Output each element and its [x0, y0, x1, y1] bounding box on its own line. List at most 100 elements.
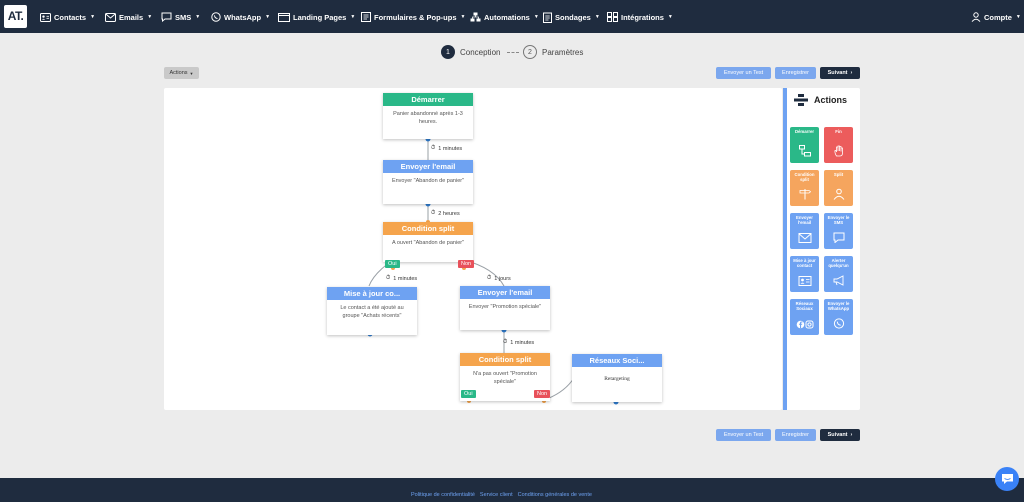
action-tile-split[interactable]: Split [824, 170, 853, 206]
branch-no-tag: Non [458, 260, 475, 268]
node-description: Le contact a été ajouté au groupe "Achat… [340, 305, 404, 319]
footer-link-privacy[interactable]: Politique de confidentialité [411, 492, 475, 498]
tile-label: Démarrer [794, 129, 815, 134]
nav-label: Sondages [555, 12, 591, 22]
actions-dropdown-label: Actions [169, 70, 188, 76]
chat-bubble-icon [161, 12, 172, 22]
send-test-button[interactable]: Envoyer un Test [716, 67, 771, 79]
next-button[interactable]: Suivant › [820, 429, 860, 441]
tile-label: Envoyer le WhatsApp [827, 301, 850, 311]
account-label: Compte [984, 12, 1012, 22]
node-description: Envoyer "Abandon de panier" [391, 178, 465, 184]
next-button[interactable]: Suivant › [820, 67, 860, 79]
step-design[interactable]: 1 Conception [441, 45, 500, 59]
footer-links: Politique de confidentialité Service cli… [411, 492, 592, 498]
send-test-button[interactable]: Envoyer un Test [716, 429, 771, 441]
flow-start-icon [798, 145, 811, 157]
automation-icon [470, 12, 481, 22]
action-tile-send-whatsapp[interactable]: Envoyer le WhatsApp [824, 299, 853, 335]
nav-label: Landing Pages [293, 12, 347, 22]
integrations-icon [607, 12, 618, 22]
delay-text: 1 minutes [438, 145, 463, 152]
footer-link-support[interactable]: Service client [480, 492, 513, 498]
actions-panel-title: Actions [814, 95, 848, 105]
envelope-icon [105, 12, 116, 22]
workflow-node-condition-split[interactable]: Condition split A ouvert "Abandon de pan… [383, 222, 473, 262]
nav-item-surveys[interactable]: Sondages ▼ [543, 10, 600, 24]
nav-item-whatsapp[interactable]: WhatsApp ▼ [211, 10, 270, 24]
step-number: 1 [441, 45, 455, 59]
branch-yes-tag: Oui [385, 260, 400, 268]
delay-label: ⏱ 1 minutes [386, 275, 417, 282]
branch-no-tag: Non [534, 390, 551, 398]
step-settings[interactable]: 2 Paramètres [523, 45, 583, 59]
action-tile-social-networks[interactable]: Réseaux Sociaux [790, 299, 819, 335]
node-title: Envoyer l'email [383, 160, 473, 173]
action-tile-update-contact[interactable]: Mise à jour contact [790, 256, 819, 292]
node-title: Démarrer [383, 93, 473, 106]
nav-label: Contacts [54, 12, 87, 22]
nav-label: Emails [119, 12, 144, 22]
nav-item-landing-pages[interactable]: Landing Pages ▼ [278, 10, 355, 24]
delay-text: 1 jours [494, 275, 511, 282]
action-tile-condition-split[interactable]: Condition split [790, 170, 819, 206]
tile-label: Mise à jour contact [793, 258, 816, 268]
step-label: Conception [460, 47, 501, 57]
workflow-node-send-email[interactable]: Envoyer l'email Envoyer "Abandon de pani… [383, 160, 473, 204]
chevron-down-icon: ▼ [460, 14, 466, 20]
nav-item-contacts[interactable]: Contacts ▼ [40, 10, 95, 24]
actions-panel-header: Actions [794, 94, 847, 106]
nav-label: Automations [484, 12, 530, 22]
chevron-right-icon: › [850, 70, 853, 76]
delay-label: ⏱ 1 minutes [503, 339, 534, 346]
nav-item-automations[interactable]: Automations ▼ [470, 10, 539, 24]
split-signpost-icon [799, 189, 811, 200]
actions-dropdown-button[interactable]: Actions ▼ [164, 67, 199, 79]
workflow-node-social-networks[interactable]: Réseaux Soci... Retargeting [572, 354, 662, 402]
form-icon [361, 12, 371, 22]
nav-item-integrations[interactable]: Intégrations ▼ [607, 10, 673, 24]
tile-label: Alerter quelqu'un [828, 258, 849, 268]
node-description: Retargeting [604, 376, 630, 382]
chevron-down-icon: ▼ [147, 14, 153, 20]
node-description: N'a pas ouvert "Promotion spéciale" [473, 371, 537, 385]
stopwatch-icon: ⏱ [431, 145, 436, 151]
support-chat-button[interactable] [995, 467, 1019, 491]
workflow-node-start[interactable]: Démarrer Panier abandonné après 1-3 heur… [383, 93, 473, 139]
stopwatch-icon: ⏱ [503, 339, 508, 345]
split-people-icon [833, 188, 844, 200]
delay-label: ⏱ 1 jours [487, 275, 511, 282]
node-title: Condition split [460, 353, 550, 366]
delay-label: ⏱ 1 minutes [431, 145, 462, 152]
tile-label: Split [833, 172, 844, 177]
contact-card-icon [798, 276, 811, 286]
action-tile-start[interactable]: Démarrer [790, 127, 819, 163]
workflow-node-send-email[interactable]: Envoyer l'email Envoyer "Promotion spéci… [460, 286, 550, 330]
footer-link-terms[interactable]: Conditions générales de vente [518, 492, 592, 498]
chevron-down-icon: ▼ [265, 14, 271, 20]
action-tile-end[interactable]: Fin [824, 127, 853, 163]
action-tile-alert-someone[interactable]: Alerter quelqu'un [824, 256, 853, 292]
footer [0, 478, 1024, 502]
envelope-icon [798, 233, 811, 243]
action-tile-send-email[interactable]: Envoyer l'email [790, 213, 819, 249]
megaphone-icon [833, 275, 843, 286]
brand-logo[interactable]: AT. [4, 5, 27, 28]
node-title: Condition split [383, 222, 473, 235]
nav-account-menu[interactable]: Compte ▼ [971, 10, 1021, 24]
workflow-canvas[interactable]: Démarrer Panier abandonné après 1-3 heur… [164, 88, 782, 410]
tile-label: Condition split [794, 172, 815, 182]
nav-item-emails[interactable]: Emails ▼ [105, 10, 152, 24]
save-button[interactable]: Enregistrer [775, 67, 816, 79]
delay-text: 1 minutes [393, 275, 418, 282]
whatsapp-icon [211, 12, 221, 22]
chevron-down-icon: ▼ [533, 14, 539, 20]
nav-item-sms[interactable]: SMS ▼ [161, 10, 200, 24]
nav-item-forms[interactable]: Formulaires & Pop-ups ▼ [361, 10, 465, 24]
next-label: Suivant [827, 70, 848, 76]
action-tile-send-sms[interactable]: Envoyer le SMS [824, 213, 853, 249]
chevron-down-icon: ▼ [350, 14, 356, 20]
save-button[interactable]: Enregistrer [775, 429, 816, 441]
nav-label: WhatsApp [224, 12, 262, 22]
workflow-node-update-contact[interactable]: Mise à jour co... Le contact a été ajout… [327, 287, 417, 335]
